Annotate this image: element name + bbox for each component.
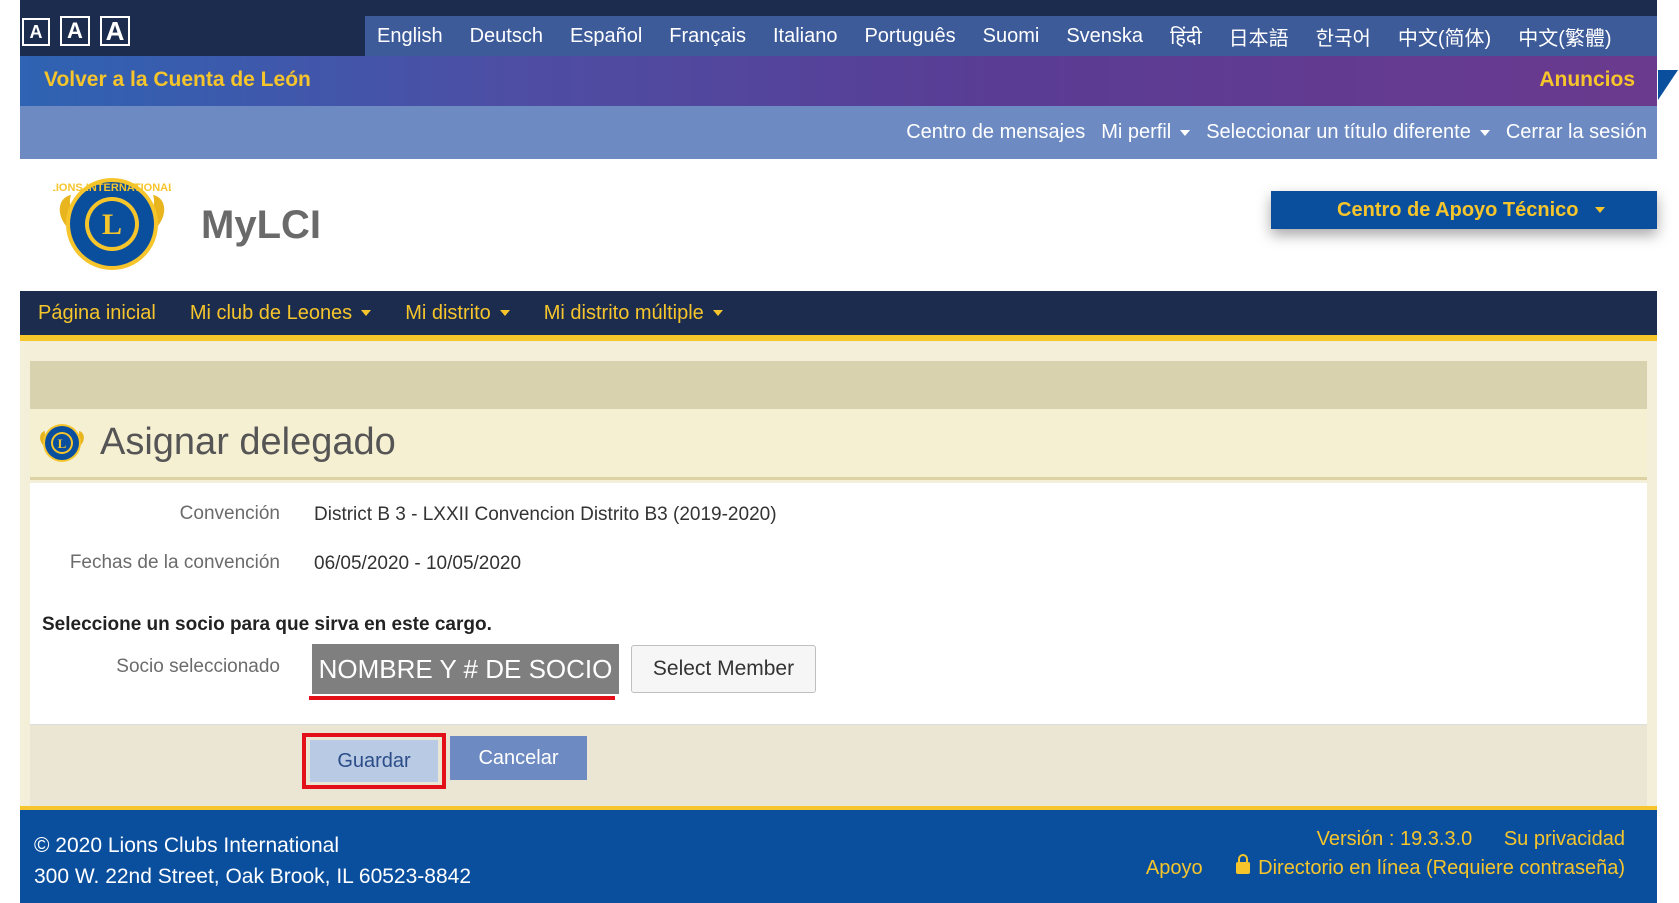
my-profile-label: Mi perfil (1101, 121, 1172, 143)
message-center-label: Centro de mensajes (906, 121, 1086, 143)
form-panel: Convención District B 3 - LXXII Convenci… (30, 483, 1647, 724)
message-center-link[interactable]: Centro de mensajes (906, 121, 1085, 144)
language-link[interactable]: हिंदी (1170, 23, 1202, 50)
chevron-down-icon (1479, 129, 1490, 136)
language-link[interactable]: Svenska (1066, 25, 1143, 48)
announcements-link[interactable]: Anuncios (1539, 68, 1635, 92)
font-size-small-button[interactable]: A (22, 18, 50, 46)
nav-home[interactable]: Página inicial (38, 302, 156, 325)
footer-links-row: Apoyo Directorio en línea (Requiere cont… (1146, 853, 1625, 880)
copyright-text: © 2020 Lions Clubs International (34, 834, 340, 857)
chevron-down-icon (499, 310, 510, 317)
address-text: 300 W. 22nd Street, Oak Brook, IL 60523-… (34, 865, 472, 888)
save-highlight-box: Guardar (302, 733, 446, 789)
language-link[interactable]: Français (669, 25, 746, 48)
lock-icon (1236, 853, 1251, 874)
support-ribbon-tail (1658, 70, 1678, 100)
top-bar: A A A English Deutsch Español Français I… (20, 0, 1657, 56)
chevron-down-icon (1594, 207, 1605, 213)
selected-member-label: Socio seleccionado (116, 656, 280, 677)
convention-label: Convención (179, 503, 280, 524)
footer-company-info: © 2020 Lions Clubs International 300 W. … (34, 830, 471, 892)
header: L LIONS INTERNATIONAL MyLCI Centro de Ap… (20, 159, 1657, 291)
svg-text:L: L (58, 436, 67, 451)
chevron-down-icon (712, 310, 723, 317)
chevron-down-icon (361, 310, 372, 317)
language-link[interactable]: Deutsch (470, 25, 543, 48)
user-menu-bar: Centro de mensajes Mi perfil Seleccionar… (20, 106, 1657, 159)
form-actions: Guardar Cancelar (30, 724, 1647, 808)
page-frame: A A A English Deutsch Español Français I… (20, 0, 1678, 903)
language-link[interactable]: 日本語 (1229, 22, 1289, 51)
main-nav: Página inicial Mi club de Leones Mi dist… (20, 291, 1657, 341)
version-text: Versión : 19.3.3.0 (1316, 828, 1473, 850)
page-title-bar: L Asignar delegado (30, 409, 1647, 480)
font-size-medium-button[interactable]: A (60, 16, 90, 46)
instruction-text: Seleccione un socio para que sirva en es… (42, 614, 492, 635)
footer: © 2020 Lions Clubs International 300 W. … (20, 806, 1657, 903)
online-directory-link[interactable]: Directorio en línea (Requiere contraseña… (1258, 857, 1625, 879)
lions-emblem-icon: L (40, 424, 84, 462)
font-size-large-button[interactable]: A (100, 16, 130, 46)
nav-my-club[interactable]: Mi club de Leones (189, 301, 372, 325)
nav-my-district[interactable]: Mi distrito (405, 302, 510, 325)
convention-value: District B 3 - LXXII Convencion Distrito… (314, 504, 777, 525)
content-top-band (30, 361, 1647, 409)
language-link[interactable]: Suomi (983, 25, 1040, 48)
font-size-controls: A A A (22, 16, 130, 46)
language-link[interactable]: Italiano (773, 25, 838, 48)
language-link[interactable]: English (377, 25, 443, 48)
lions-logo-icon[interactable]: L LIONS INTERNATIONAL (53, 167, 171, 281)
banner-bar: Volver a la Cuenta de León Anuncios (20, 56, 1657, 106)
selected-member-field: NOMBRE Y # DE SOCIO (312, 644, 619, 694)
privacy-link[interactable]: Su privacidad (1504, 828, 1625, 850)
support-center-menu[interactable]: Centro de Apoyo Técnico (1271, 191, 1657, 229)
language-link[interactable]: 中文(繁體) (1518, 22, 1611, 51)
nav-my-multiple-district-label: Mi distrito múltiple (543, 301, 704, 324)
back-to-account-link[interactable]: Volver a la Cuenta de León (44, 68, 311, 92)
convention-dates-value: 06/05/2020 - 10/05/2020 (314, 553, 522, 574)
convention-dates-label: Fechas de la convención (69, 552, 280, 573)
logout-link[interactable]: Cerrar la sesión (1506, 121, 1647, 144)
nav-my-club-label: Mi club de Leones (189, 301, 353, 324)
app-title: MyLCI (201, 203, 321, 247)
svg-text:L: L (102, 208, 122, 241)
language-link[interactable]: Español (570, 25, 642, 48)
nav-my-district-label: Mi distrito (405, 301, 491, 324)
logout-label: Cerrar la sesión (1505, 121, 1647, 143)
language-link[interactable]: 한국어 (1316, 22, 1371, 51)
page-title: Asignar delegado (100, 421, 396, 463)
language-link[interactable]: Português (864, 25, 955, 48)
footer-version-row: Versión : 19.3.3.0 Su privacidad (1317, 828, 1625, 851)
select-member-button[interactable]: Select Member (631, 645, 816, 693)
support-center-label: Centro de Apoyo Técnico (1337, 198, 1579, 221)
save-button[interactable]: Guardar (310, 740, 438, 782)
main-content: L Asignar delegado Convención District B… (30, 361, 1647, 808)
select-title-label: Seleccionar un título diferente (1206, 121, 1471, 143)
language-bar: English Deutsch Español Français Italian… (365, 16, 1657, 56)
language-link[interactable]: 中文(简体) (1398, 22, 1491, 51)
nav-my-multiple-district[interactable]: Mi distrito múltiple (544, 302, 723, 325)
chevron-down-icon (1180, 129, 1191, 136)
logo-text: LIONS INTERNATIONAL (53, 182, 171, 194)
cancel-button[interactable]: Cancelar (450, 736, 587, 780)
highlight-underline (309, 696, 615, 700)
select-title-menu[interactable]: Seleccionar un título diferente (1206, 121, 1490, 144)
my-profile-menu[interactable]: Mi perfil (1101, 121, 1191, 144)
support-link[interactable]: Apoyo (1146, 857, 1203, 879)
